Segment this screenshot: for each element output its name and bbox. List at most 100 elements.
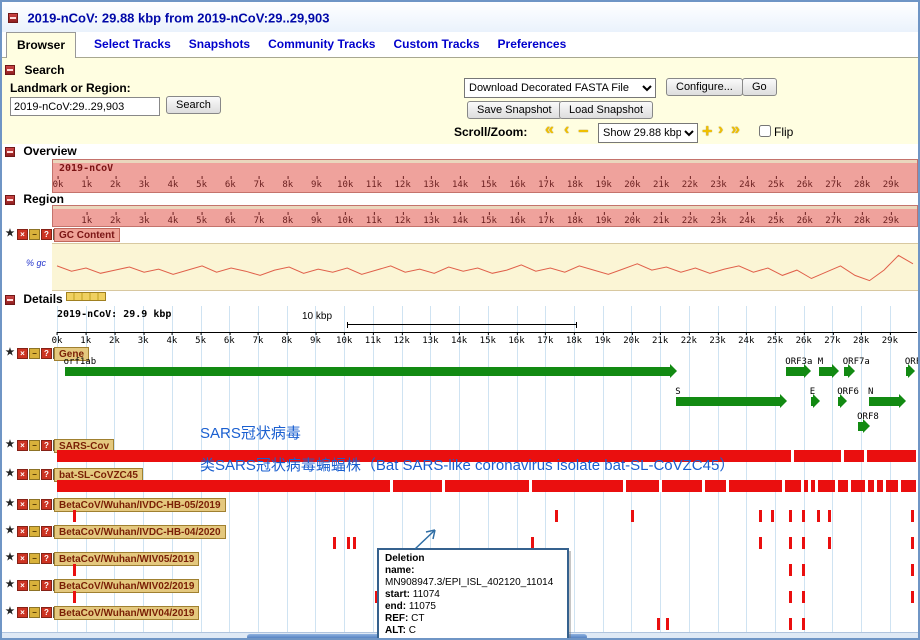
close-track-icon[interactable]: × <box>17 607 28 618</box>
variant-mark[interactable] <box>759 510 762 522</box>
collapse-section-icon[interactable] <box>5 195 15 205</box>
landmark-input[interactable] <box>10 97 160 116</box>
tab-custom-tracks[interactable]: Custom Tracks <box>393 37 479 57</box>
overview-band[interactable]: 2019-nCoV 0k1k2k3k4k5k6k7k8k9k10k11k12k1… <box>52 159 918 193</box>
zoom-out-icon[interactable]: ‹ <box>564 121 569 139</box>
variant-mark[interactable] <box>802 537 805 549</box>
variant-mark[interactable] <box>347 537 350 549</box>
variant-mark[interactable] <box>73 510 76 522</box>
favorite-star-icon[interactable]: ★ <box>4 526 16 537</box>
alignment-bar-bat-sl-covzc45[interactable] <box>57 480 916 492</box>
favorite-star-icon[interactable]: ★ <box>4 499 16 510</box>
variant-mark[interactable] <box>817 510 820 522</box>
zoom-plus-icon[interactable]: + <box>702 121 713 142</box>
minimize-track-icon[interactable]: − <box>29 229 40 240</box>
variant-mark[interactable] <box>911 537 914 549</box>
tab-browser[interactable]: Browser <box>6 32 76 58</box>
close-track-icon[interactable]: × <box>17 440 28 451</box>
gene-n[interactable] <box>869 397 899 406</box>
configure-track-icon[interactable]: ? <box>41 469 52 480</box>
configure-track-icon[interactable]: ? <box>41 580 52 591</box>
minimize-track-icon[interactable]: − <box>29 607 40 618</box>
region-band[interactable]: 1k2k3k4k5k6k7k8k9k10k11k12k13k14k15k16k1… <box>52 205 918 227</box>
minimize-track-icon[interactable]: − <box>29 440 40 451</box>
variant-mark[interactable] <box>828 537 831 549</box>
download-select[interactable]: Download Decorated FASTA File <box>464 78 656 98</box>
variant-mark[interactable] <box>911 564 914 576</box>
close-track-icon[interactable]: × <box>17 499 28 510</box>
close-track-icon[interactable]: × <box>17 469 28 480</box>
tab-community-tracks[interactable]: Community Tracks <box>268 37 375 57</box>
variant-mark[interactable] <box>828 510 831 522</box>
close-track-icon[interactable]: × <box>17 348 28 359</box>
configure-track-icon[interactable]: ? <box>41 553 52 564</box>
variant-mark[interactable] <box>789 537 792 549</box>
gene-orf7a[interactable] <box>844 367 848 376</box>
favorite-star-icon[interactable]: ★ <box>4 580 16 591</box>
favorite-star-icon[interactable]: ★ <box>4 553 16 564</box>
zoom-select[interactable]: Show 29.88 kbp <box>598 123 698 143</box>
variant-mark[interactable] <box>759 537 762 549</box>
variant-mark[interactable] <box>911 510 914 522</box>
variant-mark[interactable] <box>789 564 792 576</box>
configure-track-icon[interactable]: ? <box>41 607 52 618</box>
load-snapshot-button[interactable]: Load Snapshot <box>559 101 653 119</box>
collapse-section-icon[interactable] <box>5 65 15 75</box>
variant-mark[interactable] <box>555 510 558 522</box>
configure-track-icon[interactable]: ? <box>41 229 52 240</box>
favorite-star-icon[interactable]: ★ <box>4 348 16 359</box>
variant-mark[interactable] <box>802 510 805 522</box>
configure-track-icon[interactable]: ? <box>41 499 52 510</box>
zoom-in-far-icon[interactable]: » <box>731 121 740 139</box>
close-track-icon[interactable]: × <box>17 526 28 537</box>
variant-mark[interactable] <box>666 618 669 630</box>
variant-mark[interactable] <box>789 591 792 603</box>
save-snapshot-button[interactable]: Save Snapshot <box>467 101 562 119</box>
gene-m[interactable] <box>819 367 832 376</box>
variant-mark[interactable] <box>333 537 336 549</box>
zoom-minus-icon[interactable]: − <box>578 121 589 142</box>
minimize-track-icon[interactable]: − <box>29 553 40 564</box>
minimize-track-icon[interactable]: − <box>29 469 40 480</box>
gene-s[interactable] <box>676 397 780 406</box>
variant-mark[interactable] <box>789 618 792 630</box>
collapse-section-icon[interactable] <box>5 147 15 157</box>
gene-e[interactable] <box>811 397 813 406</box>
configure-track-icon[interactable]: ? <box>41 440 52 451</box>
tab-preferences[interactable]: Preferences <box>498 37 567 57</box>
favorite-star-icon[interactable]: ★ <box>4 229 16 240</box>
variant-mark[interactable] <box>657 618 660 630</box>
zoom-out-far-icon[interactable]: « <box>545 121 554 139</box>
favorite-star-icon[interactable]: ★ <box>4 607 16 618</box>
minimize-track-icon[interactable]: − <box>29 580 40 591</box>
zoom-in-icon[interactable]: › <box>718 121 723 139</box>
minimize-track-icon[interactable]: − <box>29 526 40 537</box>
variant-mark[interactable] <box>802 591 805 603</box>
gene-orf3a[interactable] <box>786 367 804 376</box>
minimize-track-icon[interactable]: − <box>29 348 40 359</box>
configure-track-icon[interactable]: ? <box>41 526 52 537</box>
variant-mark[interactable] <box>771 510 774 522</box>
variant-mark[interactable] <box>631 510 634 522</box>
flip-checkbox[interactable] <box>759 125 771 137</box>
search-button[interactable]: Search <box>166 96 221 114</box>
close-track-icon[interactable]: × <box>17 580 28 591</box>
gene-orf8[interactable] <box>858 422 862 431</box>
configure-track-icon[interactable]: ? <box>41 348 52 359</box>
favorite-star-icon[interactable]: ★ <box>4 469 16 480</box>
collapse-section-icon[interactable] <box>8 13 18 23</box>
favorite-star-icon[interactable]: ★ <box>4 440 16 451</box>
gene-orf10[interactable] <box>906 367 908 376</box>
variant-mark[interactable] <box>802 618 805 630</box>
variant-mark[interactable] <box>73 591 76 603</box>
configure-button[interactable]: Configure... <box>666 78 743 96</box>
gene-orf6[interactable] <box>838 397 840 406</box>
tab-select-tracks[interactable]: Select Tracks <box>94 37 171 57</box>
go-button[interactable]: Go <box>742 78 777 96</box>
variant-mark[interactable] <box>911 591 914 603</box>
close-track-icon[interactable]: × <box>17 229 28 240</box>
variant-mark[interactable] <box>789 510 792 522</box>
variant-mark[interactable] <box>353 537 356 549</box>
track-label-gc-content[interactable]: GC Content <box>54 228 120 242</box>
details-pan-widget[interactable] <box>66 292 106 301</box>
